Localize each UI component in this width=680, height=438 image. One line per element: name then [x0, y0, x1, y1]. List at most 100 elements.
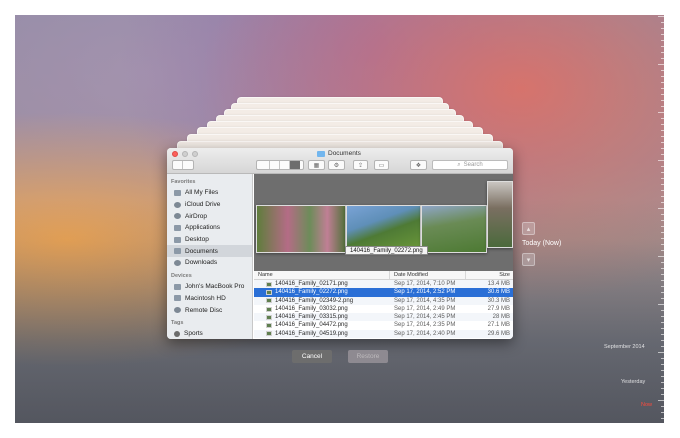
- cover-flow-icon[interactable]: [290, 161, 300, 169]
- table-row[interactable]: 140416_Family_03032.png Sep 17, 2014, 2:4…: [254, 305, 513, 313]
- size-cell: 30.3 MB: [487, 297, 510, 304]
- timeline-tick: [661, 388, 664, 389]
- timeline-tick: [661, 358, 664, 359]
- file-name: 140416_Family_04472.png: [275, 322, 348, 329]
- file-name: 140416_Family_03315.png: [275, 314, 348, 321]
- size-column-header[interactable]: Size: [466, 271, 513, 279]
- timeline-tick: [661, 190, 664, 191]
- timeline-tick: [661, 376, 664, 377]
- timeline-tick: [661, 310, 664, 311]
- timeline-tick: [661, 106, 664, 107]
- cover-flow-view[interactable]: 140416_Family_02272.png: [254, 174, 513, 271]
- column-view-icon[interactable]: [280, 161, 290, 169]
- sidebar-item[interactable]: John's MacBook Pro: [167, 281, 252, 293]
- sidebar-item-label: Downloads: [185, 259, 218, 267]
- table-row[interactable]: 140416_Family_04519.png Sep 17, 2014, 2:4…: [254, 329, 513, 339]
- cover-photo[interactable]: [421, 205, 487, 253]
- file-list: Name Date Modified Size 140416_Family_02…: [254, 271, 513, 339]
- sidebar-item[interactable]: Downloads: [167, 257, 252, 269]
- timeline-tick: [661, 394, 664, 395]
- chevron-up-icon[interactable]: ▴: [522, 222, 535, 235]
- sidebar-item-label: Applications: [185, 224, 221, 232]
- close-button[interactable]: [172, 151, 178, 157]
- timeline-tick: [661, 316, 664, 317]
- image-file-icon: [266, 281, 272, 287]
- sidebar-item[interactable]: Applications: [167, 222, 252, 234]
- image-file-icon: [266, 331, 272, 337]
- finder-window: Documents ▦ ⚙ ⇪ ▭ ❖ ⌕ Search Favorites A…: [167, 148, 513, 339]
- table-row[interactable]: 140416_Family_02272.png Sep 17, 2014, 2:5…: [254, 288, 513, 297]
- name-column-header[interactable]: Name: [254, 271, 390, 279]
- devices-header: Devices: [171, 272, 192, 279]
- date-modified-cell: Sep 17, 2014, 4:35 PM: [394, 297, 456, 304]
- timeline-tick: [661, 34, 664, 35]
- file-name: 140416_Family_02272.png: [275, 289, 348, 296]
- cover-photo[interactable]: [487, 181, 513, 248]
- timeline-tick: [661, 70, 664, 71]
- list-view-icon[interactable]: [270, 161, 280, 169]
- table-row[interactable]: 140416_Family_02349-2.png Sep 17, 2014, 4…: [254, 296, 513, 305]
- sidebar-item[interactable]: Macintosh HD: [167, 293, 252, 305]
- timeline[interactable]: [655, 16, 664, 421]
- timeline-label-now[interactable]: Now: [641, 402, 652, 408]
- share-button[interactable]: ⇪: [353, 160, 368, 170]
- sidebar-item[interactable]: Remote Disc: [167, 304, 252, 316]
- view-mode-control[interactable]: [256, 160, 304, 170]
- cover-photo[interactable]: [256, 205, 346, 253]
- cancel-button[interactable]: Cancel: [292, 350, 332, 363]
- minimize-button[interactable]: [182, 151, 188, 157]
- timeline-tick: [661, 148, 664, 149]
- sidebar-item[interactable]: Sports: [167, 328, 252, 339]
- sidebar-desktop-icon: [174, 236, 181, 243]
- timeline-tick: [658, 64, 664, 65]
- back-icon[interactable]: [173, 161, 183, 169]
- table-row[interactable]: 140416_Family_02171.png Sep 17, 2014, 7:1…: [254, 280, 513, 289]
- timeline-tick: [661, 82, 664, 83]
- sidebar-downloads-icon: [174, 259, 181, 266]
- size-cell: 30.6 MB: [487, 289, 510, 296]
- sidebar-item[interactable]: Desktop: [167, 234, 252, 246]
- dropbox-menu[interactable]: ❖: [410, 160, 427, 170]
- file-name: 140416_Family_02349-2.png: [275, 297, 354, 304]
- image-file-icon: [266, 314, 272, 320]
- timeline-tick: [661, 196, 664, 197]
- sidebar-cloud-icon: [174, 201, 181, 208]
- tags-button[interactable]: ▭: [374, 160, 389, 170]
- sidebar-item[interactable]: iCloud Drive: [167, 199, 252, 211]
- timeline-tick: [658, 208, 664, 209]
- tag-outline-icon: ▭: [378, 162, 385, 169]
- timeline-tick: [661, 76, 664, 77]
- restore-button[interactable]: Restore: [348, 350, 388, 363]
- sidebar-laptop-icon: [174, 283, 181, 290]
- sidebar-item[interactable]: Documents: [167, 245, 252, 258]
- sidebar-item[interactable]: All My Files: [167, 187, 252, 199]
- timeline-tick: [661, 262, 664, 263]
- date-modified-cell: Sep 17, 2014, 2:35 PM: [394, 322, 456, 329]
- back-forward-buttons[interactable]: [172, 160, 194, 170]
- current-snapshot-label: Today (Now): [522, 240, 562, 247]
- timeline-label-september[interactable]: September 2014: [604, 344, 645, 350]
- timeline-tick: [661, 298, 664, 299]
- forward-icon[interactable]: [183, 161, 193, 169]
- timeline-label-yesterday[interactable]: Yesterday: [621, 379, 645, 385]
- search-field[interactable]: ⌕ Search: [432, 160, 508, 170]
- file-name-cell: 140416_Family_02171.png: [254, 280, 390, 288]
- sidebar-item-label: Remote Disc: [185, 306, 223, 314]
- date-column-header[interactable]: Date Modified: [390, 271, 466, 279]
- sidebar-disc-icon: [174, 307, 181, 314]
- timeline-tick: [661, 154, 664, 155]
- chevron-down-icon[interactable]: ▾: [522, 253, 535, 266]
- grid-icon: ▦: [313, 162, 320, 169]
- gear-icon: ⚙: [333, 162, 340, 169]
- zoom-button[interactable]: [192, 151, 198, 157]
- arrange-menu[interactable]: ▦: [308, 160, 325, 170]
- sidebar-item[interactable]: AirDrop: [167, 210, 252, 222]
- action-menu[interactable]: ⚙: [328, 160, 345, 170]
- icon-view-icon[interactable]: [260, 161, 270, 169]
- table-row[interactable]: 140416_Family_03315.png Sep 17, 2014, 2:4…: [254, 313, 513, 322]
- timeline-tick: [661, 250, 664, 251]
- file-name-cell: 140416_Family_04519.png: [254, 330, 390, 338]
- sidebar-documents-icon: [174, 248, 181, 255]
- timeline-tick: [661, 172, 664, 173]
- table-row[interactable]: 140416_Family_04472.png Sep 17, 2014, 2:3…: [254, 321, 513, 329]
